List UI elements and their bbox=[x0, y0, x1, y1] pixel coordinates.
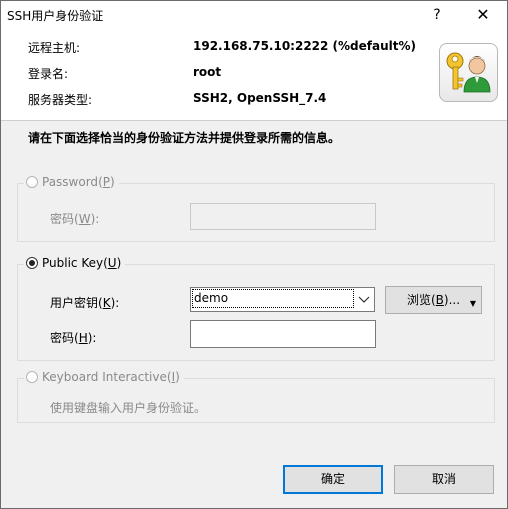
login-name-label: 登录名: bbox=[28, 67, 69, 81]
public-key-radio[interactable]: Public Key(U) bbox=[24, 256, 126, 270]
public-key-radio-circle[interactable] bbox=[26, 257, 38, 269]
password-radio-circle[interactable] bbox=[26, 176, 38, 188]
help-button[interactable]: ? bbox=[415, 1, 459, 29]
login-name-value: root bbox=[193, 65, 222, 79]
passphrase-field[interactable] bbox=[190, 320, 376, 348]
title-bar[interactable]: SSH用户身份验证 ? ✕ bbox=[1, 1, 507, 29]
chevron-down-icon[interactable] bbox=[354, 288, 374, 311]
connection-info-header: 远程主机: 192.168.75.10:2222 (%default%) 登录名… bbox=[1, 29, 507, 120]
close-button[interactable]: ✕ bbox=[461, 1, 505, 29]
keyboard-interactive-radio[interactable]: Keyboard Interactive(I) bbox=[24, 370, 184, 384]
user-key-dropdown[interactable]: demo bbox=[190, 287, 375, 312]
user-key-label: 用户密钥(K): bbox=[50, 296, 120, 310]
dropdown-arrow-icon: ▼ bbox=[469, 299, 476, 308]
password-radio[interactable]: Password(P) bbox=[24, 175, 119, 189]
password-field bbox=[190, 203, 376, 230]
passphrase-label: 密码(H): bbox=[50, 331, 97, 345]
user-key-selected-value: demo bbox=[192, 289, 354, 308]
public-key-radio-label: Public Key(U) bbox=[42, 256, 122, 270]
cancel-button[interactable]: 取消 bbox=[394, 465, 494, 494]
instruction-text: 请在下面选择恰当的身份验证方法并提供登录所需的信息。 bbox=[28, 131, 341, 145]
window-title: SSH用户身份验证 bbox=[7, 9, 104, 23]
keyboard-interactive-radio-circle[interactable] bbox=[26, 371, 38, 383]
ssh-auth-dialog: SSH用户身份验证 ? ✕ 远程主机: 192.168.75.10:2222 (… bbox=[0, 0, 508, 509]
keyboard-interactive-description: 使用键盘输入用户身份验证。 bbox=[50, 401, 207, 415]
browse-button[interactable]: 浏览(B)... ▼ bbox=[385, 286, 482, 314]
ok-button[interactable]: 确定 bbox=[283, 465, 383, 494]
password-field-label: 密码(W): bbox=[50, 212, 100, 226]
password-radio-label: Password(P) bbox=[42, 175, 115, 189]
remote-host-label: 远程主机: bbox=[28, 41, 81, 55]
keyboard-interactive-radio-label: Keyboard Interactive(I) bbox=[42, 370, 180, 384]
key-user-icon bbox=[439, 43, 498, 102]
header-separator bbox=[1, 120, 507, 121]
server-type-value: SSH2, OpenSSH_7.4 bbox=[193, 91, 327, 105]
remote-host-value: 192.168.75.10:2222 (%default%) bbox=[193, 39, 417, 53]
server-type-label: 服务器类型: bbox=[28, 93, 93, 107]
